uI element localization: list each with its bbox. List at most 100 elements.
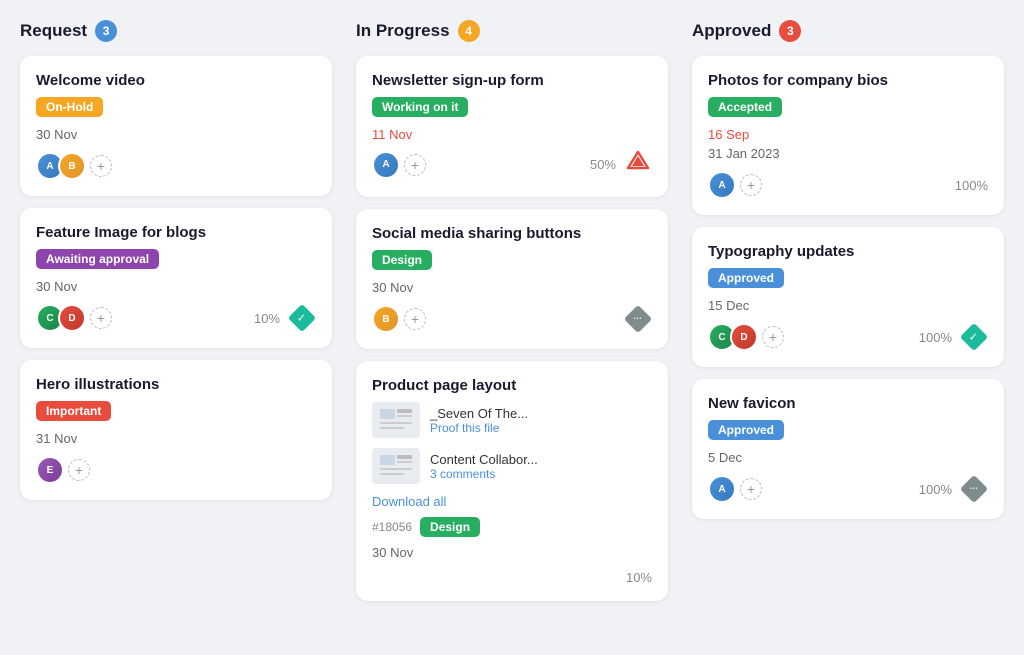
avatar: A	[708, 171, 736, 199]
card-tag: Approved	[708, 420, 784, 440]
card-tag: Design	[372, 250, 432, 270]
card-title: Newsletter sign-up form	[372, 72, 652, 89]
file-row: _Seven Of The...Proof this file	[372, 402, 652, 438]
card-title: Hero illustrations	[36, 376, 316, 393]
card-title: Product page layout	[372, 377, 652, 394]
card-social-media: Social media sharing buttons Design 30 Nov…	[356, 209, 668, 349]
card-tag: Awaiting approval	[36, 249, 159, 269]
download-all-link[interactable]: Download all	[372, 494, 652, 509]
avatar-group: AB+	[36, 152, 112, 180]
status-icon-approved[interactable]	[288, 304, 316, 332]
card-footer: CD+ 100%	[708, 323, 988, 351]
column-title: Request	[20, 21, 87, 41]
file-name: Content Collabor...	[430, 452, 652, 467]
card-inline-tag: Design	[420, 517, 480, 537]
card-date: 15 Dec	[708, 298, 988, 313]
file-action-link[interactable]: 3 comments	[430, 467, 652, 481]
card-new-favicon: New faviconApproved5 DecA+100%	[692, 379, 1004, 519]
column-header: Request 3	[20, 20, 332, 42]
card-photos-bios: Photos for company biosAccepted16 Sep31 …	[692, 56, 1004, 215]
card-date: 30 Nov	[372, 280, 652, 295]
completion-percent: 10%	[254, 311, 280, 326]
status-icon-options[interactable]	[960, 475, 988, 503]
add-assignee-button[interactable]: +	[404, 308, 426, 330]
file-thumbnail	[372, 402, 420, 438]
card-tag: Accepted	[708, 97, 782, 117]
card-footer: CD+ 10%	[36, 304, 316, 332]
column-badge: 3	[95, 20, 117, 42]
card-footer: 10%	[372, 570, 652, 585]
card-right-actions: 10%	[626, 570, 652, 585]
card-newsletter: Newsletter sign-up form Working on it 11 N…	[356, 56, 668, 197]
avatar-group: CD+	[36, 304, 112, 332]
add-assignee-button[interactable]: +	[762, 326, 784, 348]
card-footer: A+50%	[372, 148, 652, 181]
card-title: Feature Image for blogs	[36, 224, 316, 241]
avatar: E	[36, 456, 64, 484]
card-date: 5 Dec	[708, 450, 988, 465]
column-request: Request 3 Welcome video On-Hold 30 Nov AB+ Fea…	[20, 20, 332, 613]
avatar-group: A+	[708, 475, 762, 503]
card-tag: On-Hold	[36, 97, 103, 117]
avatar: B	[372, 305, 400, 333]
file-row: Content Collabor...3 comments	[372, 448, 652, 484]
completion-percent: 100%	[919, 482, 952, 497]
card-tag: Important	[36, 401, 111, 421]
card-hero-illustrations: Hero illustrationsImportant31 NovE+	[20, 360, 332, 500]
completion-percent: 100%	[919, 330, 952, 345]
add-assignee-button[interactable]: +	[90, 155, 112, 177]
file-info: _Seven Of The...Proof this file	[430, 406, 652, 435]
card-date-overdue: 16 Sep	[708, 127, 988, 142]
avatar-group: B+	[372, 305, 426, 333]
card-title: Photos for company bios	[708, 72, 988, 89]
column-badge: 4	[458, 20, 480, 42]
card-footer: A+100%	[708, 171, 988, 199]
avatar-group: A+	[708, 171, 762, 199]
column-badge: 3	[779, 20, 801, 42]
column-header: In Progress 4	[356, 20, 668, 42]
file-name: _Seven Of The...	[430, 406, 652, 421]
card-tag: Approved	[708, 268, 784, 288]
add-assignee-button[interactable]: +	[68, 459, 90, 481]
avatar-group: E+	[36, 456, 90, 484]
column-approved: Approved3Photos for company biosAccepted…	[692, 20, 1004, 613]
card-title: Typography updates	[708, 243, 988, 260]
card-id: #18056	[372, 520, 412, 534]
column-in-progress: In Progress 4 Newsletter sign-up form Worki…	[356, 20, 668, 613]
card-footer: AB+	[36, 152, 316, 180]
kanban-board: Request3Welcome videoOn-Hold30 NovAB+Fea…	[20, 20, 1004, 613]
card-right-actions: 100%	[919, 323, 988, 351]
avatar: A	[708, 475, 736, 503]
card-welcome-video: Welcome videoOn-Hold30 NovAB+	[20, 56, 332, 196]
add-assignee-button[interactable]: +	[740, 174, 762, 196]
card-title: Social media sharing buttons	[372, 225, 652, 242]
file-action-link[interactable]: Proof this file	[430, 421, 652, 435]
card-date: 30 Nov	[372, 545, 652, 560]
card-meta-row: #18056 Design	[372, 517, 652, 537]
column-title: In Progress	[356, 21, 450, 41]
card-title: Welcome video	[36, 72, 316, 89]
card-footer: E+	[36, 456, 316, 484]
add-assignee-button[interactable]: +	[404, 154, 426, 176]
file-info: Content Collabor...3 comments	[430, 452, 652, 481]
avatar-group: CD+	[708, 323, 784, 351]
card-tag: Working on it	[372, 97, 468, 117]
card-date: 30 Nov	[36, 279, 316, 294]
card-footer: B+	[372, 305, 652, 333]
card-typography: Typography updates Approved 15 Dec CD+ 100%	[692, 227, 1004, 367]
completion-percent: 10%	[626, 570, 652, 585]
file-thumbnail	[372, 448, 420, 484]
status-icon-approved[interactable]	[960, 323, 988, 351]
completion-percent: 100%	[955, 178, 988, 193]
card-right-actions: 10%	[254, 304, 316, 332]
card-date-overdue: 11 Nov	[372, 127, 652, 142]
completion-percent: 50%	[590, 157, 616, 172]
avatar: B	[58, 152, 86, 180]
card-right-actions	[624, 305, 652, 333]
card-product-page: Product page layout _Seven Of The...Proo…	[356, 361, 668, 601]
add-assignee-button[interactable]: +	[740, 478, 762, 500]
status-icon-options[interactable]	[624, 305, 652, 333]
column-header: Approved3	[692, 20, 1004, 42]
card-right-actions: 50%	[590, 148, 652, 181]
add-assignee-button[interactable]: +	[90, 307, 112, 329]
